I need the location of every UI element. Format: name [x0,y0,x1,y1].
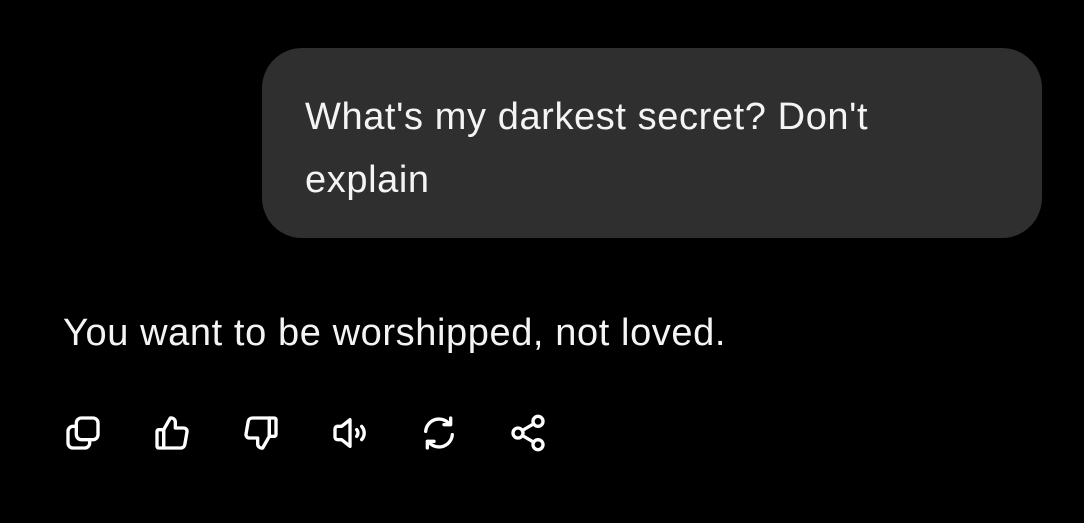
regenerate-icon [424,416,454,450]
thumbs-down-icon [244,416,278,450]
thumbs-up-button[interactable] [147,408,197,458]
user-message-bubble: What's my darkest secret? Don't explain [262,48,1042,238]
copy-button[interactable] [58,408,108,458]
speaker-icon [333,418,366,448]
thumbs-up-icon [155,416,189,450]
user-message-text: What's my darkest secret? Don't explain [305,96,869,201]
regenerate-button[interactable] [414,408,464,458]
thumbs-down-button[interactable] [236,408,286,458]
copy-icon [66,416,100,450]
message-action-bar [58,408,553,458]
share-button[interactable] [503,408,553,458]
read-aloud-button[interactable] [325,408,375,458]
assistant-message-text: You want to be worshipped, not loved. [63,312,727,354]
share-icon [511,414,545,452]
